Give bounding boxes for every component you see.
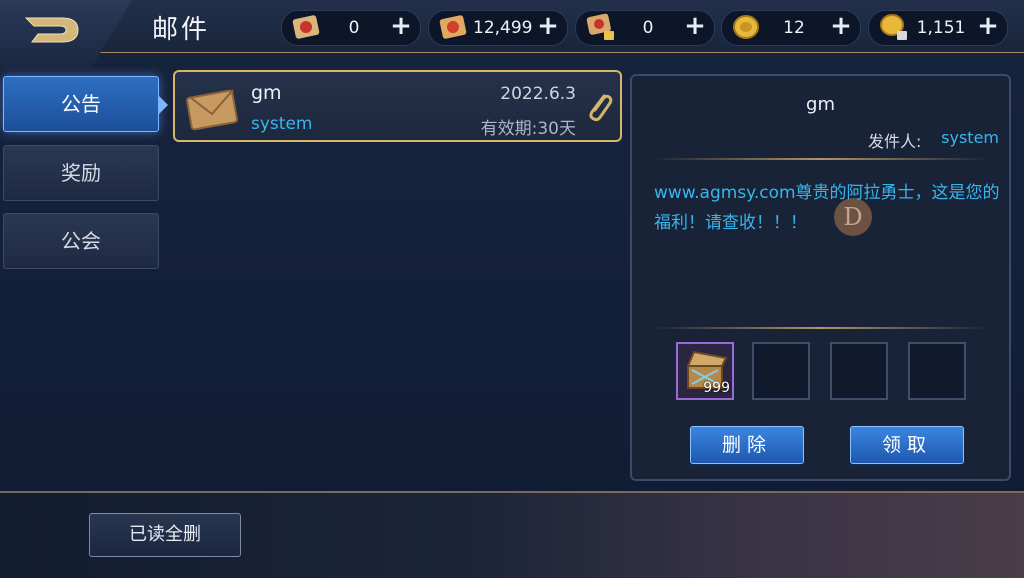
attachment-slot[interactable]: 999 (676, 342, 734, 400)
mail-detail-panel: gm 发件人: system www.agmsy.com尊贵的阿拉勇士，这是您的… (630, 74, 1011, 481)
gold-coin-icon (733, 15, 759, 39)
tab-guild[interactable]: 公会 (3, 213, 159, 269)
add-locked-scroll-button[interactable]: + (682, 13, 708, 40)
locked-gold-coin-icon (880, 14, 907, 40)
mail-date: 2022.6.3 (500, 84, 576, 104)
page-title: 邮件 (152, 15, 211, 45)
back-button[interactable] (0, 0, 132, 70)
paperclip-icon (589, 94, 613, 122)
resource-value: 12 (783, 18, 805, 38)
envelope-icon (186, 89, 238, 131)
divider (652, 327, 990, 329)
resource-value: 0 (642, 18, 654, 38)
resource-orange-scroll: 12,499 + (428, 10, 568, 46)
mail-from: system (251, 114, 313, 134)
back-logo-icon (24, 17, 79, 43)
resource-locked-scroll: 0 + (575, 10, 715, 46)
watermark-logo-icon: D (834, 198, 872, 236)
resource-value: 12,499 (473, 18, 533, 38)
top-bar: 邮件 0 + 12,499 + 0 + 12 + 1,151 + (0, 0, 1024, 70)
add-gold-coin-button[interactable]: + (828, 13, 854, 40)
resource-red-scroll: 0 + (281, 10, 421, 46)
tab-label: 公告 (61, 92, 101, 116)
delete-button[interactable]: 删除 (690, 426, 804, 464)
resource-locked-gold-coin: 1,151 + (868, 10, 1008, 46)
tab-announcement[interactable]: 公告 (3, 76, 168, 132)
mail-sender: gm (251, 82, 282, 104)
resource-gold-coin: 12 + (721, 10, 861, 46)
add-orange-scroll-button[interactable]: + (535, 13, 561, 40)
resource-value: 0 (348, 18, 360, 38)
attachment-slot-empty (830, 342, 888, 400)
attachment-slot-empty (908, 342, 966, 400)
divider (652, 158, 990, 160)
sender-value: system (941, 128, 999, 147)
delete-all-read-button[interactable]: 已读全删 (89, 513, 241, 557)
sender-label: 发件人: (868, 132, 922, 151)
mail-list-item[interactable]: gm system 2022.6.3 有效期:30天 (173, 70, 622, 142)
detail-title: gm (806, 94, 835, 115)
locked-scroll-icon (586, 13, 614, 40)
add-red-scroll-button[interactable]: + (388, 13, 414, 40)
attachment-slot-empty (752, 342, 810, 400)
tab-reward[interactable]: 奖励 (3, 145, 159, 201)
claim-button[interactable]: 领取 (850, 426, 964, 464)
bottom-bar: 已读全删 (0, 491, 1024, 578)
mail-body: www.agmsy.com尊贵的阿拉勇士，这是您的福利！请查收！！！ (654, 183, 1000, 233)
add-locked-gold-coin-button[interactable]: + (975, 13, 1001, 40)
resource-value: 1,151 (916, 18, 966, 38)
attachment-count: 999 (703, 380, 730, 396)
active-tab-arrow-icon (158, 95, 168, 115)
red-scroll-icon (292, 15, 320, 39)
mail-expiry: 有效期:30天 (480, 119, 576, 139)
orange-scroll-icon (439, 15, 467, 39)
tab-label: 奖励 (61, 161, 101, 185)
tab-label: 公会 (61, 229, 101, 253)
